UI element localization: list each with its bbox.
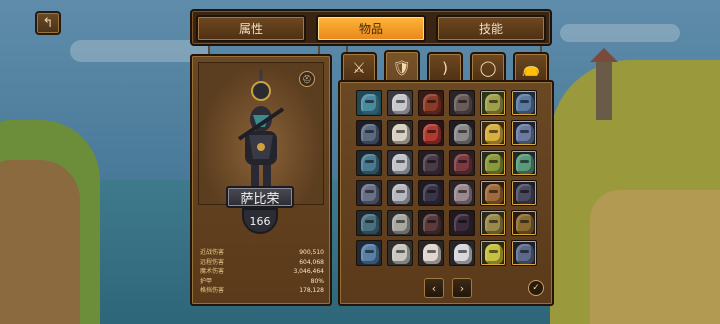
bag-icon: 👝 <box>521 59 541 77</box>
inventory-slot[interactable] <box>356 210 382 236</box>
stat-label: 护甲 <box>200 277 213 285</box>
inventory-slot[interactable] <box>387 150 413 176</box>
inventory-slot[interactable] <box>449 150 475 176</box>
inventory-slot[interactable] <box>480 150 506 176</box>
crossed-swords-icon: ⚔ <box>352 59 366 77</box>
category-tab-armor[interactable]: 🛡 <box>384 50 420 83</box>
inventory-slot[interactable] <box>356 180 382 206</box>
hero-figure <box>237 69 285 197</box>
category-tab-bags[interactable]: 👝 <box>513 52 549 82</box>
hero-stats: 近战伤害 900,510 远程伤害 604,068 魔术伤害 3,046,464 护甲… <box>200 248 324 296</box>
back-button[interactable]: ↰ <box>35 11 61 35</box>
inventory-slot[interactable] <box>387 120 413 146</box>
stat-label: 魔术伤害 <box>200 268 225 276</box>
inventory-slot[interactable] <box>418 240 444 266</box>
inventory-slot[interactable] <box>387 180 413 206</box>
inventory-slot[interactable] <box>449 240 475 266</box>
helmet-icon: ⛑ <box>301 74 313 84</box>
stat-value: 178,128 <box>299 287 324 295</box>
category-tab-bows[interactable]: ) <box>427 52 463 82</box>
tab-skills[interactable]: 技能 <box>436 15 546 42</box>
tab-attributes[interactable]: 属性 <box>196 15 306 42</box>
stat-label: 近战伤害 <box>200 249 225 256</box>
ring-icon: ◯ <box>479 59 497 77</box>
stat-value: 604,068 <box>299 258 324 266</box>
inventory-slot[interactable] <box>511 120 537 146</box>
stat-value: 80% <box>310 277 324 285</box>
chain-decoration <box>318 46 320 54</box>
inventory-slot[interactable] <box>511 240 537 266</box>
inventory-slot[interactable] <box>356 120 382 146</box>
inventory-slot[interactable] <box>449 120 475 146</box>
inventory-grid <box>356 90 538 270</box>
inventory-slot[interactable] <box>387 90 413 116</box>
inventory-slot[interactable] <box>356 90 382 116</box>
inventory-panel: ‹ › ✓ <box>338 80 554 306</box>
inventory-slot[interactable] <box>356 150 382 176</box>
stat-value: 3,046,464 <box>293 268 324 276</box>
inventory-slot[interactable] <box>387 240 413 266</box>
inventory-slot[interactable] <box>418 90 444 116</box>
chain-decoration <box>208 46 210 54</box>
inventory-slot[interactable] <box>511 210 537 236</box>
stat-label: 远程伤害 <box>200 258 225 266</box>
next-page-button[interactable]: › <box>452 278 472 298</box>
helmet-toggle-button[interactable]: ⛑ <box>299 71 315 87</box>
stat-label: 格挡伤害 <box>200 287 225 295</box>
main-tab-bar: 属性 物品 技能 <box>190 9 552 46</box>
inventory-slot[interactable] <box>480 240 506 266</box>
inventory-slot[interactable] <box>511 180 537 206</box>
tab-items[interactable]: 物品 <box>316 15 426 42</box>
stat-row: 格挡伤害 178,128 <box>200 286 324 296</box>
inventory-slot[interactable] <box>449 210 475 236</box>
chevron-left-icon: ‹ <box>431 281 437 295</box>
inventory-slot[interactable] <box>418 150 444 176</box>
confirm-button[interactable]: ✓ <box>528 280 544 296</box>
inventory-slot[interactable] <box>449 90 475 116</box>
bow-icon: ) <box>442 59 448 77</box>
prev-page-button[interactable]: ‹ <box>424 278 444 298</box>
inventory-slot[interactable] <box>387 210 413 236</box>
inventory-slot[interactable] <box>418 180 444 206</box>
hero-panel: ⛑ 萨比荣 166 近战伤害 900,510 远程伤害 604,068 魔术伤害 3,… <box>190 54 332 306</box>
check-icon: ✓ <box>532 283 540 293</box>
stat-value: 900,510 <box>299 249 324 256</box>
inventory-slot[interactable] <box>480 120 506 146</box>
inventory-slot[interactable] <box>480 90 506 116</box>
inventory-slot[interactable] <box>356 240 382 266</box>
inventory-slot[interactable] <box>418 120 444 146</box>
category-tab-weapons[interactable]: ⚔ <box>341 52 377 82</box>
inventory-slot[interactable] <box>511 90 537 116</box>
hero-name: 萨比荣 <box>226 186 294 208</box>
stat-row: 近战伤害 900,510 <box>200 248 324 258</box>
chevron-right-icon: › <box>459 281 465 295</box>
inventory-pager: ‹ › <box>424 278 472 298</box>
armor-icon: 🛡 <box>392 58 412 77</box>
inventory-slot[interactable] <box>480 180 506 206</box>
inventory-slot[interactable] <box>449 180 475 206</box>
inventory-slot[interactable] <box>418 210 444 236</box>
hero-portrait: ⛑ <box>198 62 324 205</box>
stat-row: 护甲 80% <box>200 277 324 287</box>
stat-row: 远程伤害 604,068 <box>200 258 324 268</box>
inventory-slot[interactable] <box>480 210 506 236</box>
stat-row: 魔术伤害 3,046,464 <box>200 267 324 277</box>
hero-level-badge: 166 <box>242 208 278 234</box>
inventory-slot[interactable] <box>511 150 537 176</box>
back-arrow-icon: ↰ <box>42 15 54 31</box>
category-tab-rings[interactable]: ◯ <box>470 52 506 82</box>
